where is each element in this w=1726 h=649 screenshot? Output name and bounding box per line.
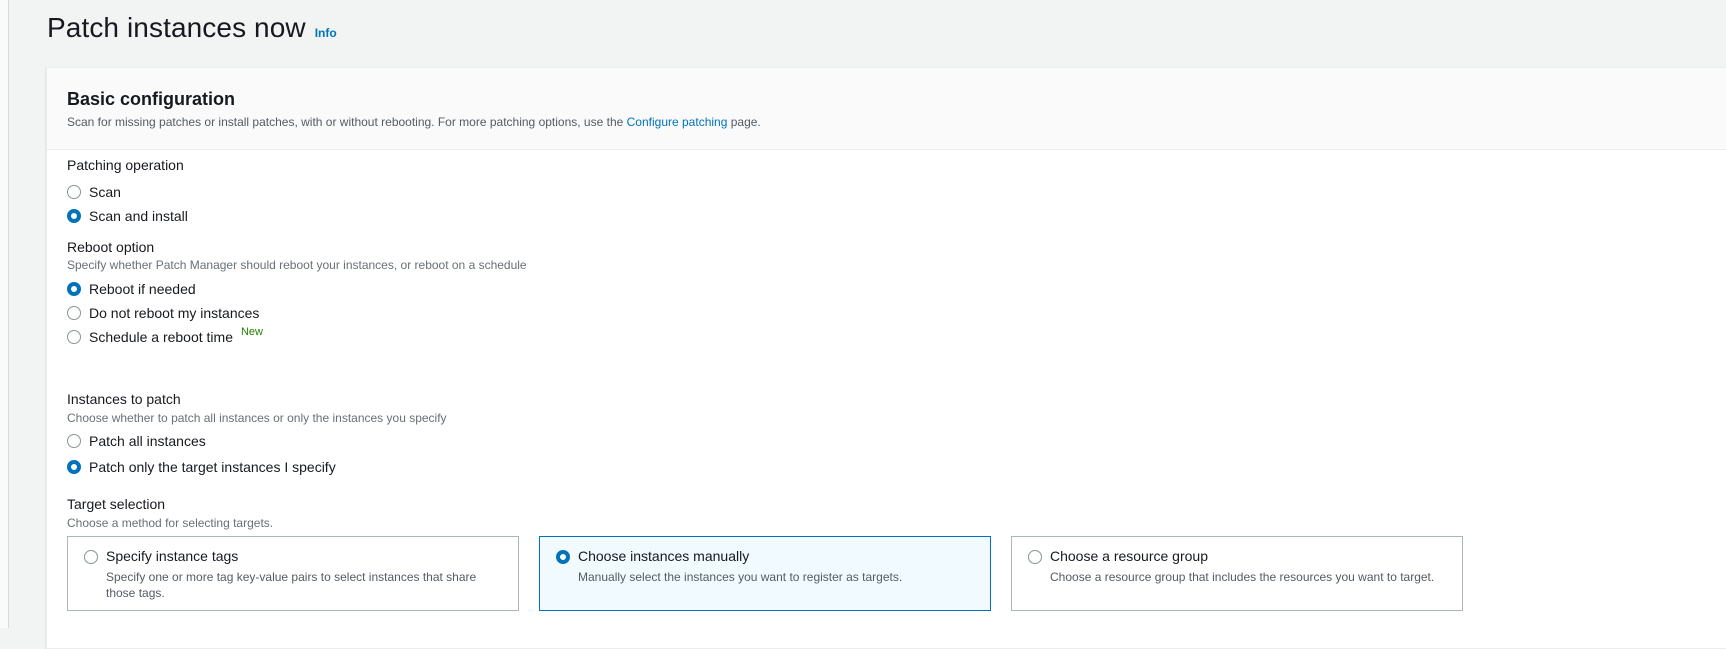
new-badge: New bbox=[240, 326, 263, 338]
radio-button[interactable] bbox=[1028, 550, 1042, 564]
instances-to-patch-label: Instances to patch bbox=[67, 391, 181, 407]
panel-description: Scan for missing patches or install patc… bbox=[67, 115, 761, 129]
radio-schedule-reboot-time[interactable]: Schedule a reboot time New bbox=[67, 326, 263, 347]
radio-button[interactable] bbox=[67, 306, 81, 320]
target-selection-label: Target selection bbox=[67, 496, 166, 512]
page-title: Patch instances now bbox=[47, 12, 306, 43]
configure-patching-link[interactable]: Configure patching bbox=[627, 115, 728, 129]
tile-choose-instances-manually[interactable]: Choose instances manually Manually selec… bbox=[539, 536, 991, 611]
radio-label: Do not reboot my instances bbox=[89, 305, 260, 321]
page-header: Patch instances now Info bbox=[47, 12, 337, 44]
radio-button-selected[interactable] bbox=[67, 282, 81, 296]
radio-label: Scan and install bbox=[89, 208, 188, 224]
radio-button-selected[interactable] bbox=[67, 460, 81, 474]
radio-patch-target-instances[interactable]: Patch only the target instances I specif… bbox=[67, 457, 336, 477]
radio-button-selected[interactable] bbox=[556, 550, 570, 564]
radio-button-selected[interactable] bbox=[67, 209, 81, 223]
radio-reboot-if-needed[interactable]: Reboot if needed bbox=[67, 279, 196, 299]
target-selection-description: Choose a method for selecting targets. bbox=[67, 516, 274, 530]
target-selection-tiles: Specify instance tags Specify one or mor… bbox=[67, 536, 1463, 611]
panel-description-suffix: page. bbox=[730, 115, 761, 129]
tile-description: Manually select the instances you want t… bbox=[578, 570, 903, 584]
instances-to-patch-description: Choose whether to patch all instances or… bbox=[67, 411, 447, 425]
radio-scan[interactable]: Scan bbox=[67, 182, 121, 202]
radio-button[interactable] bbox=[67, 185, 81, 199]
tile-title: Choose instances manually bbox=[578, 548, 750, 564]
left-edge-rule bbox=[0, 0, 9, 628]
tile-specify-instance-tags[interactable]: Specify instance tags Specify one or mor… bbox=[67, 536, 519, 611]
reboot-option-label: Reboot option bbox=[67, 239, 155, 255]
reboot-option-description: Specify whether Patch Manager should reb… bbox=[67, 258, 527, 272]
patching-operation-label: Patching operation bbox=[67, 157, 184, 173]
tile-choose-resource-group[interactable]: Choose a resource group Choose a resourc… bbox=[1011, 536, 1463, 611]
radio-scan-and-install[interactable]: Scan and install bbox=[67, 206, 188, 226]
radio-label: Patch all instances bbox=[89, 433, 206, 449]
radio-patch-all-instances[interactable]: Patch all instances bbox=[67, 431, 206, 451]
radio-label: Scan bbox=[89, 184, 121, 200]
radio-button[interactable] bbox=[67, 330, 81, 344]
tile-description: Specify one or more tag key-value pairs … bbox=[106, 570, 477, 600]
radio-label: Reboot if needed bbox=[89, 281, 196, 297]
tile-description: Choose a resource group that includes th… bbox=[1050, 570, 1435, 584]
radio-button[interactable] bbox=[84, 550, 98, 564]
radio-button[interactable] bbox=[67, 434, 81, 448]
panel-description-text: Scan for missing patches or install patc… bbox=[67, 115, 624, 129]
panel-header: Basic configuration Scan for missing pat… bbox=[47, 68, 1726, 150]
radio-label: Schedule a reboot time bbox=[89, 329, 233, 345]
radio-label: Patch only the target instances I specif… bbox=[89, 459, 336, 475]
panel-title: Basic configuration bbox=[67, 89, 236, 109]
tile-title: Specify instance tags bbox=[106, 548, 239, 564]
info-link[interactable]: Info bbox=[315, 26, 337, 40]
tile-title: Choose a resource group bbox=[1050, 548, 1208, 564]
radio-do-not-reboot[interactable]: Do not reboot my instances bbox=[67, 303, 259, 323]
